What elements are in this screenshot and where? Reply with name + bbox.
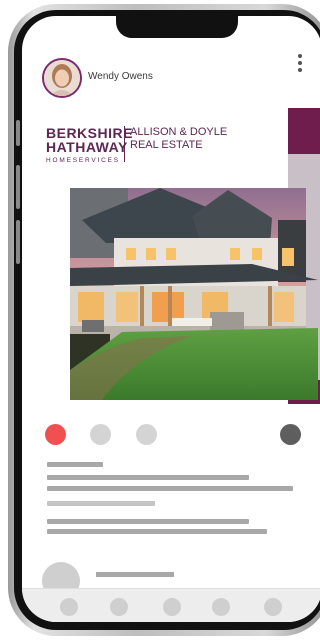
volume-down-button [16, 220, 20, 264]
nav-dot-icon-5[interactable] [264, 598, 282, 616]
reaction-dot-1[interactable] [45, 424, 66, 445]
nav-dot-icon-2[interactable] [110, 598, 128, 616]
house-photo [70, 188, 318, 400]
nav-dot-icon-1[interactable] [60, 598, 78, 616]
bottom-nav-bar [22, 588, 320, 622]
mute-switch [16, 120, 20, 146]
caption-placeholder-line [47, 501, 155, 506]
caption-placeholder-line [47, 486, 293, 491]
phone-screen: Wendy Owens BERKSHIRE HATHAWAY HOMESERVI… [22, 16, 320, 622]
more-options-icon[interactable] [296, 52, 304, 76]
caption-placeholder-line [47, 529, 267, 534]
caption-placeholder-line [47, 462, 103, 467]
volume-up-button [16, 165, 20, 209]
reaction-dot-2[interactable] [90, 424, 111, 445]
author-name[interactable]: Wendy Owens [88, 71, 153, 82]
avatar-photo [44, 60, 80, 96]
save-dot[interactable] [280, 424, 301, 445]
comment-placeholder-line [96, 572, 174, 577]
reaction-dot-3[interactable] [136, 424, 157, 445]
author-avatar[interactable] [42, 58, 82, 98]
nav-dot-icon-4[interactable] [212, 598, 230, 616]
phone-notch [116, 16, 238, 38]
caption-placeholder-line [47, 475, 249, 480]
nav-dot-icon-3[interactable] [163, 598, 181, 616]
caption-placeholder-line [47, 519, 249, 524]
post-image[interactable]: BERKSHIRE HATHAWAY HOMESERVICES ALLISON … [42, 108, 320, 404]
